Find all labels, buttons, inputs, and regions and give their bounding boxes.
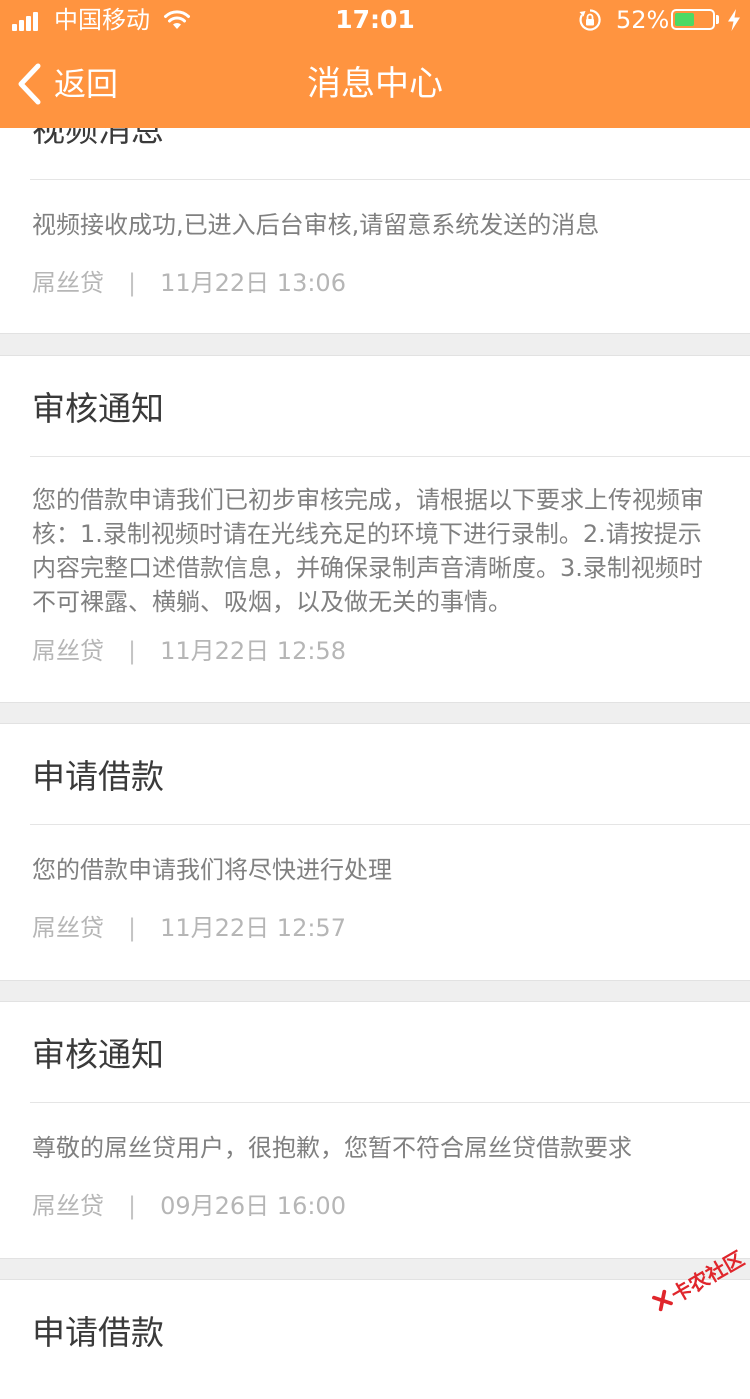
message-source: 屌丝贷 [32, 914, 104, 942]
message-title: 申请借款 [32, 1313, 164, 1352]
message-source: 屌丝贷 [32, 269, 104, 297]
message-meta: 屌丝贷 | 09月26日 16:00 [32, 1189, 346, 1223]
message-body: 您的借款申请我们已初步审核完成，请根据以下要求上传视频审核：1.录制视频时请在光… [32, 486, 704, 616]
charging-bolt-icon [728, 9, 740, 31]
battery-percent: 52% [616, 6, 670, 34]
divider [30, 179, 750, 180]
status-bar: 中国移动 17:01 52% [0, 0, 750, 40]
message-card[interactable]: 审核通知 您的借款申请我们已初步审核完成，请根据以下要求上传视频审核：1.录制视… [0, 355, 750, 703]
message-time: 09月26日 16:00 [160, 1192, 346, 1220]
message-card[interactable]: 审核通知 尊敬的屌丝贷用户，很抱歉，您暂不符合屌丝贷借款要求 屌丝贷 | 09月26… [0, 1001, 750, 1259]
navigation-bar: 返回 消息中心 [0, 40, 750, 128]
message-body: 尊敬的屌丝贷用户，很抱歉，您暂不符合屌丝贷借款要求 [32, 1134, 632, 1162]
rotation-lock-icon [579, 9, 601, 31]
divider [30, 824, 750, 825]
divider [30, 456, 750, 457]
meta-separator: | [128, 637, 137, 665]
message-time: 11月22日 12:58 [160, 637, 346, 665]
message-source: 屌丝贷 [32, 1192, 104, 1220]
message-card[interactable]: 申请借款 [0, 1279, 750, 1399]
meta-separator: | [128, 914, 137, 942]
divider [30, 1102, 750, 1103]
message-title: 审核通知 [32, 1035, 164, 1074]
message-body: 您的借款申请我们将尽快进行处理 [32, 856, 392, 884]
message-meta: 屌丝贷 | 11月22日 12:58 [32, 634, 346, 668]
message-title: 审核通知 [32, 389, 164, 428]
message-source: 屌丝贷 [32, 637, 104, 665]
battery-icon [671, 9, 715, 30]
message-card[interactable]: 申请借款 您的借款申请我们将尽快进行处理 屌丝贷 | 11月22日 12:57 [0, 723, 750, 981]
message-title: 申请借款 [32, 757, 164, 796]
battery-level-fill [675, 13, 694, 26]
app-header: 中国移动 17:01 52% 返回 消息中心 [0, 0, 750, 128]
message-meta: 屌丝贷 | 11月22日 12:57 [32, 911, 346, 945]
message-meta: 屌丝贷 | 11月22日 13:06 [32, 266, 346, 300]
battery-tip [716, 15, 719, 24]
message-time: 11月22日 12:57 [160, 914, 346, 942]
page-title: 消息中心 [307, 64, 443, 104]
meta-separator: | [128, 269, 137, 297]
message-time: 11月22日 13:06 [160, 269, 346, 297]
message-body: 视频接收成功,已进入后台审核,请留意系统发送的消息 [32, 211, 600, 239]
meta-separator: | [128, 1192, 137, 1220]
